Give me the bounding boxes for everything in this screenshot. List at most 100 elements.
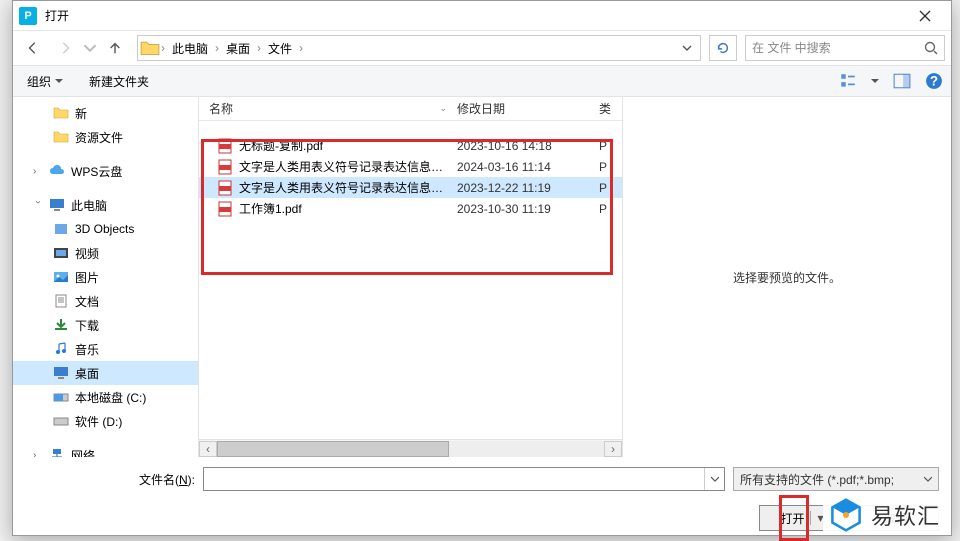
new-folder-button[interactable]: 新建文件夹: [83, 70, 155, 93]
pictures-icon: [53, 270, 69, 284]
forward-button[interactable]: [51, 35, 79, 61]
horizontal-scrollbar[interactable]: ‹ ›: [199, 439, 622, 457]
file-row[interactable]: 文字是人类用表义符号记录表达信息以传... 2024-03-16 11:14 P: [199, 156, 622, 177]
watermark-text: 易软汇: [871, 499, 940, 531]
column-type[interactable]: 类: [595, 100, 622, 117]
help-icon: ?: [925, 72, 943, 90]
up-button[interactable]: [101, 35, 129, 61]
folder-tree: 新 资源文件 › WPS云盘 › 此电脑 3D Objects: [13, 97, 199, 457]
objects-icon: [53, 222, 69, 236]
music-icon: [53, 342, 69, 356]
back-button[interactable]: [19, 35, 47, 61]
tree-item-3d-objects[interactable]: 3D Objects: [13, 217, 198, 241]
arrow-up-icon: [108, 41, 122, 55]
titlebar: P 打开: [13, 1, 951, 31]
svg-text:?: ?: [930, 74, 938, 89]
preview-pane-button[interactable]: [893, 72, 911, 90]
drive-icon: [53, 414, 69, 428]
refresh-button[interactable]: [709, 35, 737, 61]
folder-icon: [140, 39, 160, 57]
chevron-down-icon: [682, 43, 692, 53]
help-button[interactable]: ?: [925, 72, 943, 90]
search-icon[interactable]: [924, 41, 938, 55]
column-name[interactable]: 名称 ⌄: [199, 100, 453, 117]
preview-pane-icon: [893, 72, 911, 90]
watermark: 易软汇: [823, 496, 946, 534]
dropdown-caret-icon: [55, 77, 63, 85]
toolbar: 组织 新建文件夹 ?: [13, 65, 951, 97]
dropdown-caret-icon[interactable]: [871, 77, 879, 85]
column-headers: 名称 ⌄ 修改日期 类: [199, 97, 622, 121]
video-icon: [53, 246, 69, 260]
tree-item-wps[interactable]: › WPS云盘: [13, 159, 198, 183]
close-button[interactable]: [905, 1, 945, 31]
recent-dropdown[interactable]: [83, 35, 97, 61]
split-dropdown-icon[interactable]: ▾: [810, 511, 823, 525]
tree-item-new[interactable]: 新: [13, 101, 198, 125]
filename-dropdown[interactable]: [704, 468, 724, 490]
tree-item-this-pc[interactable]: › 此电脑: [13, 193, 198, 217]
sort-caret-icon: ⌄: [439, 103, 447, 114]
pdf-icon: [217, 138, 233, 154]
breadcrumb-item[interactable]: 桌面: [220, 36, 256, 60]
breadcrumb-dropdown[interactable]: [676, 43, 698, 53]
window-title: 打开: [45, 7, 905, 24]
pdf-icon: [217, 159, 233, 175]
close-icon: [919, 10, 931, 22]
scroll-right-button[interactable]: ›: [604, 441, 622, 457]
organize-label: 组织: [27, 73, 51, 90]
open-file-dialog: P 打开 › 此电脑 › 桌面 › 文件 ›: [12, 0, 952, 536]
scroll-track[interactable]: [217, 441, 604, 457]
list-view-icon: [839, 72, 857, 90]
filename-combo[interactable]: [203, 467, 725, 491]
tree-item-pictures[interactable]: 图片: [13, 265, 198, 289]
document-icon: [53, 294, 69, 308]
folder-icon: [53, 130, 69, 144]
breadcrumb-item[interactable]: 文件: [262, 36, 298, 60]
expand-caret-icon[interactable]: ›: [33, 166, 43, 177]
drive-icon: [53, 390, 69, 404]
tree-item-drive-c[interactable]: 本地磁盘 (C:): [13, 385, 198, 409]
file-row[interactable]: 工作簿1.pdf 2023-10-30 11:19 P: [199, 198, 622, 219]
tree-item-documents[interactable]: 文档: [13, 289, 198, 313]
file-row[interactable]: 无标题-复制.pdf 2023-10-16 14:18 P: [199, 135, 622, 156]
breadcrumb-item[interactable]: 此电脑: [166, 36, 214, 60]
tree-item-network[interactable]: › 网络: [13, 443, 198, 457]
computer-icon: [49, 198, 65, 212]
scroll-thumb[interactable]: [217, 441, 449, 457]
tree-item-drive-d[interactable]: 软件 (D:): [13, 409, 198, 433]
folder-icon: [53, 106, 69, 120]
dialog-footer: 文件名(N): 所有支持的文件 (*.pdf;*.bmp; 打开 ▾: [13, 457, 951, 541]
watermark-logo-icon: [829, 498, 863, 532]
dialog-body: 新 资源文件 › WPS云盘 › 此电脑 3D Objects: [13, 97, 951, 457]
collapse-caret-icon[interactable]: ›: [33, 200, 44, 210]
pdf-icon: [217, 201, 233, 217]
search-box[interactable]: [745, 35, 945, 61]
nav-bar: › 此电脑 › 桌面 › 文件 ›: [13, 31, 951, 65]
search-input[interactable]: [752, 41, 924, 55]
cloud-icon: [49, 164, 65, 178]
chevron-down-icon: [83, 41, 97, 55]
filename-label: 文件名(N):: [25, 471, 195, 488]
scroll-left-button[interactable]: ‹: [199, 441, 217, 457]
file-type-filter[interactable]: 所有支持的文件 (*.pdf;*.bmp;: [733, 467, 939, 491]
tree-item-downloads[interactable]: 下载: [13, 313, 198, 337]
view-mode-button[interactable]: [839, 72, 857, 90]
expand-caret-icon[interactable]: ›: [33, 450, 43, 458]
breadcrumb[interactable]: › 此电脑 › 桌面 › 文件 ›: [137, 35, 701, 61]
tree-item-videos[interactable]: 视频: [13, 241, 198, 265]
chevron-right-icon: ›: [298, 41, 304, 55]
file-row[interactable]: 文字是人类用表义符号记录表达信息以传... 2023-12-22 11:19 P: [199, 177, 622, 198]
tree-item-resources[interactable]: 资源文件: [13, 125, 198, 149]
chevron-down-icon: [711, 475, 719, 483]
arrow-left-icon: [26, 41, 40, 55]
refresh-icon: [716, 41, 730, 55]
tree-item-desktop[interactable]: 桌面: [13, 361, 198, 385]
preview-pane: 选择要预览的文件。: [623, 97, 951, 457]
chevron-down-icon: [924, 475, 932, 483]
organize-button[interactable]: 组织: [21, 70, 69, 93]
filename-input[interactable]: [204, 472, 704, 486]
tree-item-music[interactable]: 音乐: [13, 337, 198, 361]
app-icon: P: [19, 7, 37, 25]
column-date[interactable]: 修改日期: [453, 100, 595, 117]
